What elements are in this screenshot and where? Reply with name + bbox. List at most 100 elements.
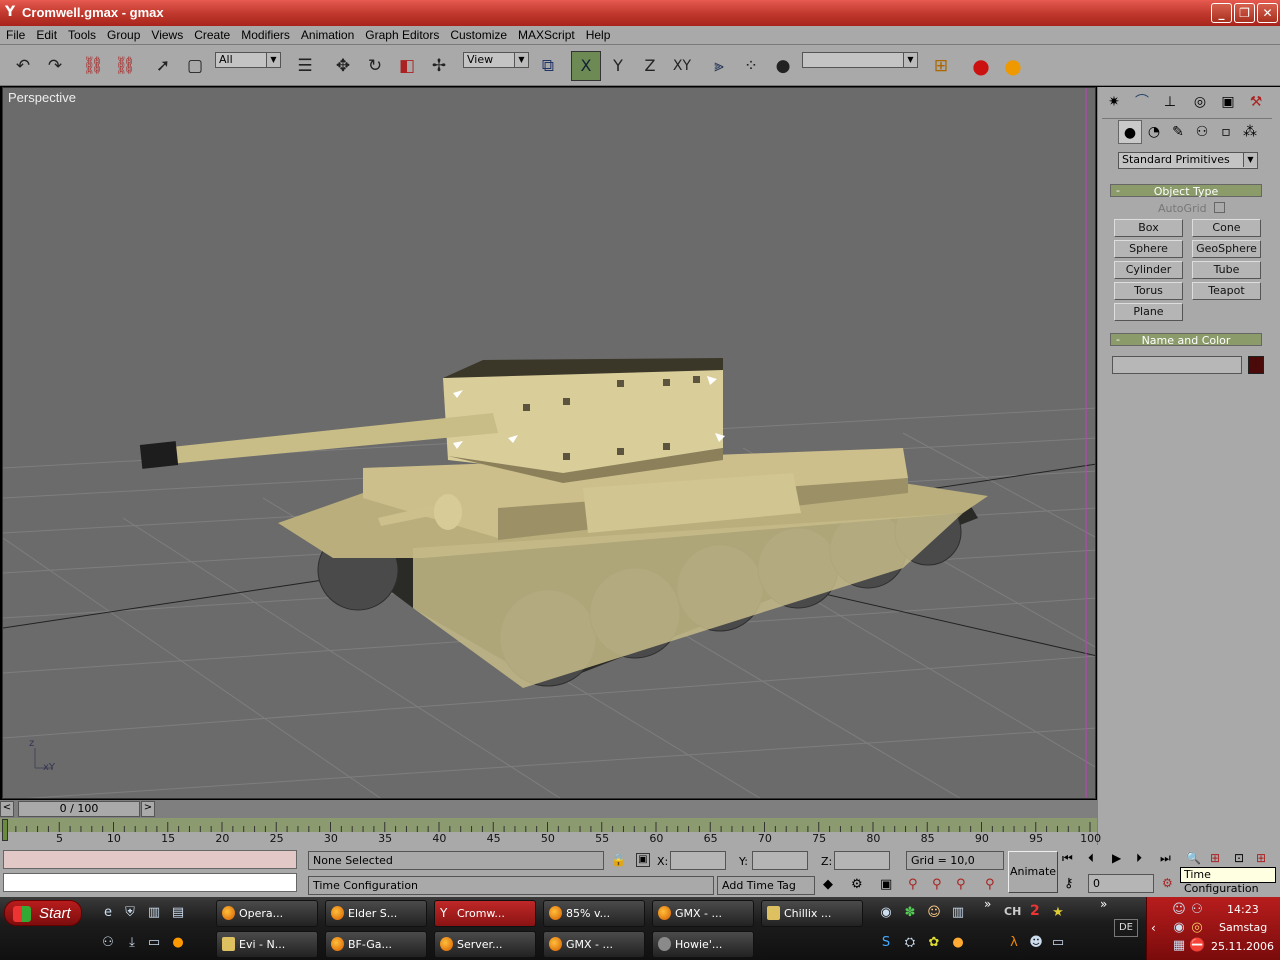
tray-app-icon[interactable]: ◎: [1189, 920, 1205, 936]
object-color-swatch[interactable]: [1248, 356, 1264, 374]
object-name-input[interactable]: [1112, 356, 1242, 374]
axis-x-button[interactable]: X: [571, 51, 601, 81]
user-icon[interactable]: ☻: [1028, 935, 1044, 951]
tray-app-icon[interactable]: ✽: [902, 905, 918, 921]
box-icon[interactable]: ▣: [880, 877, 892, 892]
viewport-label[interactable]: Perspective: [8, 90, 76, 105]
zoom-extents-all-icon[interactable]: ⊞: [1256, 851, 1266, 865]
menu-help[interactable]: Help: [580, 26, 616, 42]
utilities-tab-icon[interactable]: ⚒: [1244, 90, 1268, 114]
start-button[interactable]: Start: [4, 900, 82, 926]
taskbar-button[interactable]: Evi - N...: [216, 931, 318, 958]
goto-start-icon[interactable]: ⏮: [1062, 851, 1073, 866]
menu-edit[interactable]: Edit: [30, 26, 62, 42]
set-key-icon[interactable]: ⚲: [956, 877, 966, 892]
rotate-icon[interactable]: ↻: [362, 53, 388, 79]
taskbar-button[interactable]: 85% v...: [543, 900, 645, 927]
taskbar-button[interactable]: GMX - ...: [543, 931, 645, 958]
axis-z-button[interactable]: Z: [637, 53, 663, 79]
taskbar-button[interactable]: Server...: [434, 931, 536, 958]
trash-icon[interactable]: ▥: [146, 905, 162, 921]
track-view-icon[interactable]: ⊞: [928, 53, 954, 79]
helpers-icon[interactable]: ▫: [1214, 120, 1238, 144]
add-time-tag[interactable]: Add Time Tag: [717, 876, 815, 895]
ie-icon[interactable]: e: [100, 905, 116, 921]
time-config-icon[interactable]: ⚙: [1162, 876, 1173, 890]
zoom-all-icon[interactable]: ⊞: [1210, 851, 1220, 865]
halflife-icon[interactable]: λ: [1006, 935, 1022, 951]
maxscript-input[interactable]: [3, 873, 297, 892]
display-tab-icon[interactable]: ▣: [1216, 90, 1240, 114]
key-mode-toggle-icon[interactable]: ⚷: [1064, 876, 1074, 891]
pivot-icon[interactable]: ✢: [426, 53, 452, 79]
tray-app-icon[interactable]: ☺: [1171, 902, 1187, 918]
tray-app-icon[interactable]: ☺: [926, 905, 942, 921]
goto-end-icon[interactable]: ⏭: [1160, 851, 1171, 866]
key-tangent-icon[interactable]: ⚲: [985, 877, 995, 892]
maximize-button[interactable]: ❐: [1234, 3, 1255, 23]
modify-tab-icon[interactable]: ⌒: [1130, 90, 1154, 114]
gear-icon[interactable]: ⚙: [851, 877, 863, 892]
tray-count[interactable]: 2: [1030, 903, 1040, 919]
menu-animation[interactable]: Animation: [295, 26, 359, 42]
taskbar-button-active[interactable]: Y Cromw...: [434, 900, 536, 927]
spacewarps-icon[interactable]: ⁂: [1238, 120, 1262, 144]
create-tab-icon[interactable]: ✷: [1102, 90, 1126, 114]
torus-button[interactable]: Torus: [1114, 282, 1183, 300]
motion-tab-icon[interactable]: ◎: [1188, 90, 1212, 114]
zoom-icon[interactable]: 🔍: [1186, 851, 1201, 865]
x-coordinate-field[interactable]: [670, 851, 726, 870]
box-button[interactable]: Box: [1114, 219, 1183, 237]
language-indicator[interactable]: DE: [1114, 919, 1138, 937]
time-slider[interactable]: < 0 / 100 >: [0, 800, 1097, 818]
taskbar-button[interactable]: GMX - ...: [652, 900, 754, 927]
axis-xy-button[interactable]: XY: [669, 53, 695, 79]
firefox-icon[interactable]: ●: [170, 935, 186, 951]
star-icon[interactable]: ★: [1050, 905, 1066, 921]
primitives-dropdown[interactable]: Standard Primitives ▼: [1118, 152, 1258, 169]
unlink-icon[interactable]: ⛓: [112, 53, 138, 79]
object-type-rollout[interactable]: - Object Type: [1110, 184, 1262, 198]
pivot-center-icon[interactable]: ⧉: [535, 53, 561, 79]
menu-customize[interactable]: Customize: [444, 26, 512, 42]
track-bar[interactable]: 5 10 15 20 25 30 35 40 45 50 55 60 65 70 75 80 85 90 95 100: [0, 818, 1101, 845]
redo-icon[interactable]: ↷: [42, 53, 68, 79]
lights-icon[interactable]: ✎: [1166, 120, 1190, 144]
taskbar-button[interactable]: Opera...: [216, 900, 318, 927]
key-filter-icon[interactable]: ⚲: [908, 877, 918, 892]
mirror-icon[interactable]: ⫸: [706, 53, 732, 79]
cone-button[interactable]: Cone: [1192, 219, 1261, 237]
lock-icon[interactable]: 🔒: [611, 853, 626, 867]
menu-views[interactable]: Views: [145, 26, 188, 42]
cube-icon[interactable]: ◆: [823, 877, 833, 892]
align-icon[interactable]: ●: [770, 53, 796, 79]
cameras-icon[interactable]: ⚇: [1190, 120, 1214, 144]
axis-y-button[interactable]: Y: [605, 53, 631, 79]
tray-app-icon[interactable]: ⚇: [1189, 902, 1205, 918]
sphere-button[interactable]: Sphere: [1114, 240, 1183, 258]
plane-button[interactable]: Plane: [1114, 303, 1183, 321]
name-color-rollout[interactable]: - Name and Color: [1110, 333, 1262, 347]
z-coordinate-field[interactable]: [834, 851, 890, 870]
y-coordinate-field[interactable]: [752, 851, 808, 870]
geosphere-button[interactable]: GeoSphere: [1192, 240, 1261, 258]
key-mode-icon[interactable]: ⚲: [932, 877, 942, 892]
tube-button[interactable]: Tube: [1192, 261, 1261, 279]
named-selection-dropdown[interactable]: ▼: [802, 52, 918, 68]
prev-frame-icon[interactable]: ⏴: [1088, 851, 1094, 866]
desktop-icon[interactable]: ▭: [146, 935, 162, 951]
monitor-icon[interactable]: ▭: [1050, 935, 1066, 951]
close-button[interactable]: ✕: [1257, 3, 1278, 23]
play-icon[interactable]: ▶: [1112, 851, 1121, 865]
time-marker[interactable]: [2, 819, 8, 841]
menu-tools[interactable]: Tools: [62, 26, 101, 42]
time-next-button[interactable]: >: [141, 801, 155, 817]
tray-app-icon[interactable]: ▥: [950, 905, 966, 921]
array-icon[interactable]: ⁘: [738, 53, 764, 79]
skype-icon[interactable]: S: [878, 935, 894, 951]
animate-button[interactable]: Animate: [1008, 851, 1058, 893]
tray-app-icon[interactable]: ●: [950, 935, 966, 951]
link-icon[interactable]: ⛓: [80, 53, 106, 79]
select-arrow-icon[interactable]: ➚: [150, 53, 176, 79]
taskbar-button[interactable]: BF-Ga...: [325, 931, 427, 958]
